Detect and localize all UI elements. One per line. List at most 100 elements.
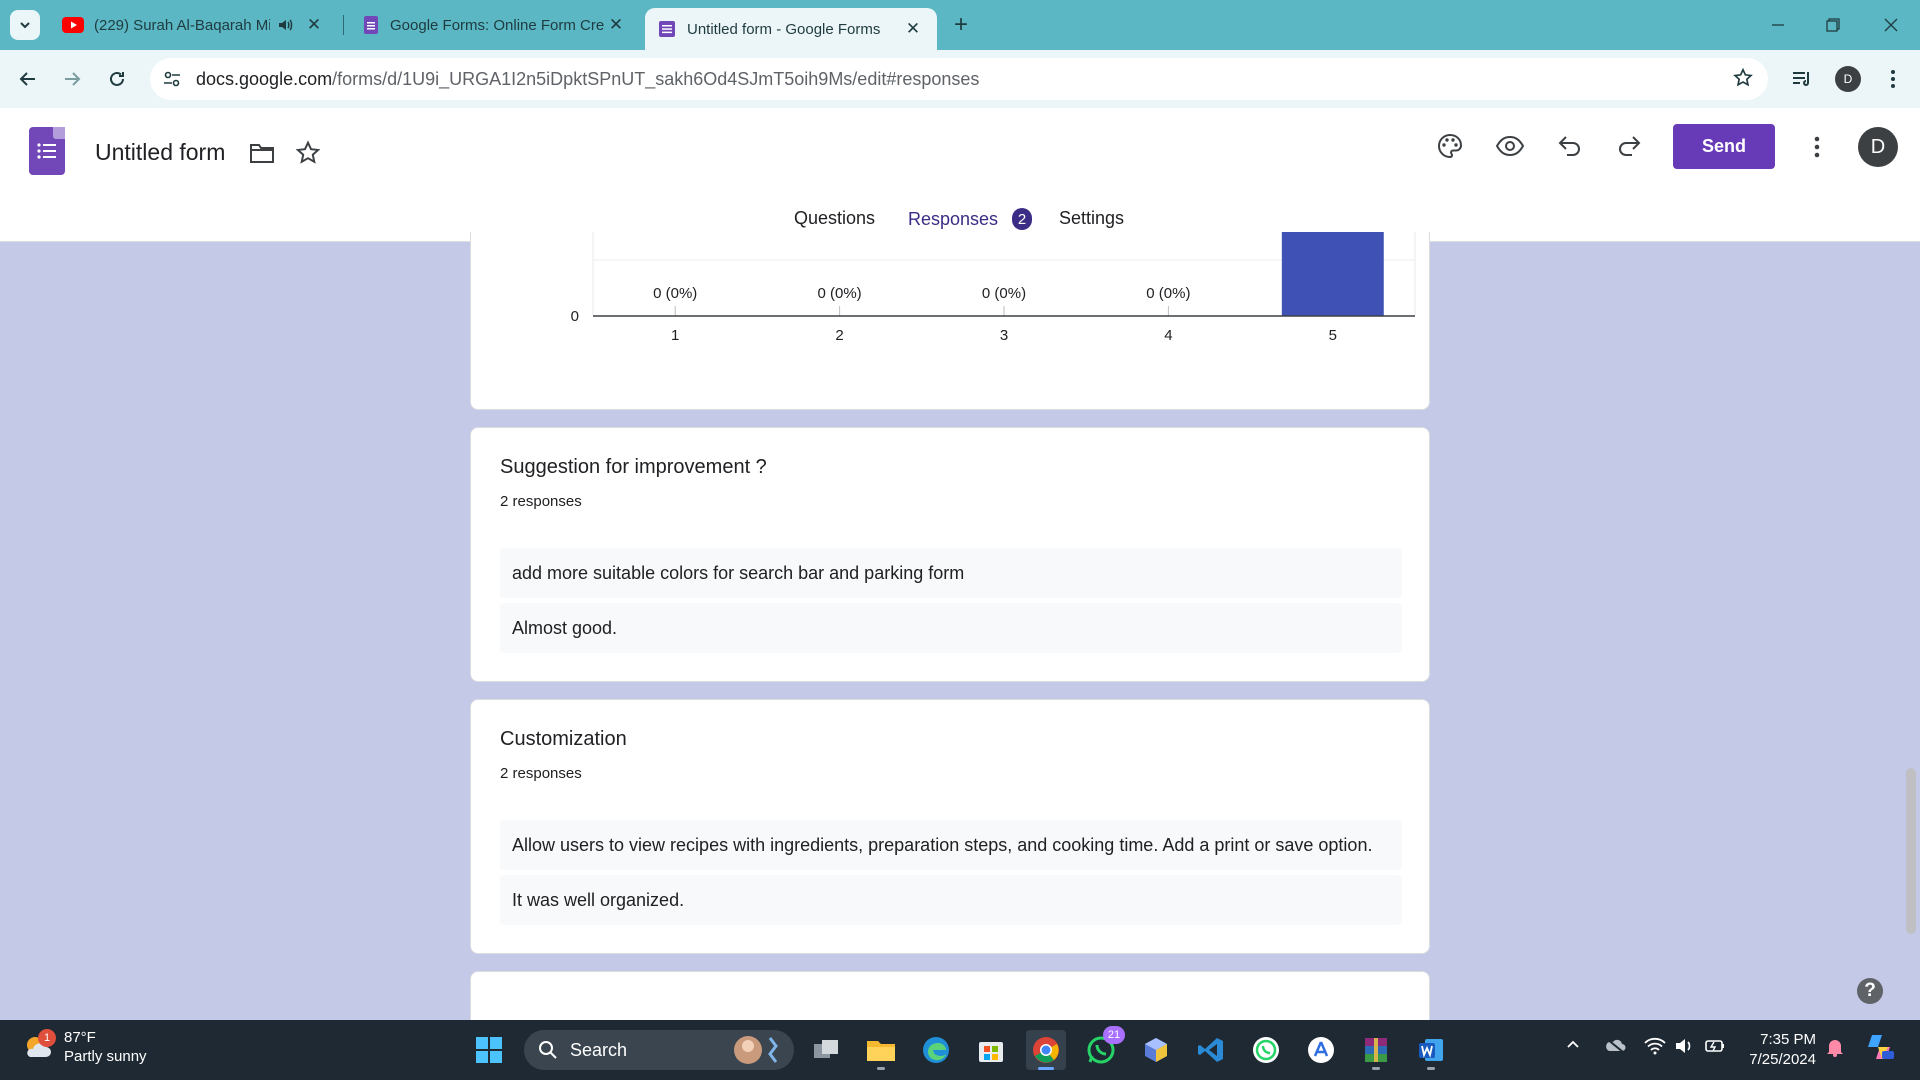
show-hidden-icons-button[interactable] (1565, 1036, 1581, 1057)
responses-count-badge: 2 (1012, 208, 1033, 230)
notifications-bell-icon[interactable] (1825, 1037, 1845, 1062)
help-button[interactable]: ? (1857, 978, 1883, 1004)
response-item: add more suitable colors for search bar … (500, 548, 1402, 598)
minimize-icon (1772, 24, 1784, 26)
tab-settings[interactable]: Settings (1059, 208, 1124, 229)
undo-button[interactable] (1550, 126, 1590, 166)
back-button[interactable] (13, 64, 43, 94)
word-button[interactable] (1411, 1030, 1451, 1070)
customize-theme-button[interactable] (1430, 126, 1470, 166)
system-clock[interactable]: 7:35 PM 7/25/2024 (1740, 1030, 1816, 1070)
arrow-left-icon (19, 72, 35, 86)
google-forms-icon (364, 16, 378, 34)
response-count: 2 responses (500, 493, 582, 510)
redo-button[interactable] (1609, 126, 1649, 166)
app-cube-button[interactable] (1136, 1030, 1176, 1070)
forward-button[interactable] (57, 64, 87, 94)
bookmark-star-icon[interactable] (1732, 67, 1754, 94)
form-title[interactable]: Untitled form (95, 139, 225, 166)
chrome-button[interactable] (1026, 1030, 1066, 1070)
close-tab-icon[interactable]: ✕ (903, 19, 923, 39)
clock-time: 7:35 PM (1760, 1031, 1816, 1048)
close-tab-icon[interactable]: ✕ (304, 15, 324, 35)
response-item: It was well organized. (500, 875, 1402, 925)
close-tab-icon[interactable]: ✕ (606, 15, 626, 35)
winrar-button[interactable] (1356, 1030, 1396, 1070)
account-avatar[interactable]: D (1858, 127, 1898, 167)
page-scrollbar[interactable] (1906, 768, 1916, 934)
x-tick-label: 5 (1329, 327, 1337, 344)
microsoft-store-button[interactable] (971, 1030, 1011, 1070)
send-button[interactable]: Send (1673, 124, 1775, 169)
reload-button[interactable] (102, 64, 132, 94)
weather-text: 87°F Partly sunny (64, 1028, 147, 1066)
close-window-button[interactable] (1871, 10, 1911, 40)
media-controls-button[interactable] (1787, 64, 1817, 94)
active-app-indicator (1038, 1067, 1054, 1070)
undo-icon (1558, 136, 1580, 156)
url-host: docs.google.com (196, 69, 333, 89)
tab-responses[interactable]: Responses 2 (908, 208, 1033, 230)
windows-taskbar: 1 87°F Partly sunny Search 21 7:35 PM 7/… (0, 1020, 1920, 1080)
weather-alert-badge: 1 (38, 1029, 56, 1047)
whatsapp-button[interactable] (1246, 1030, 1286, 1070)
task-view-button[interactable] (806, 1030, 846, 1070)
folder-icon (867, 1041, 895, 1061)
start-button[interactable] (469, 1030, 509, 1070)
onedrive-icon[interactable] (1604, 1037, 1626, 1058)
file-explorer-button[interactable] (861, 1030, 901, 1070)
new-tab-button[interactable]: + (948, 11, 974, 38)
tab-questions-label: Questions (794, 208, 876, 228)
weather-widget[interactable]: 1 87°F Partly sunny (22, 1028, 147, 1066)
x-tick-label: 3 (1000, 327, 1008, 344)
speaker-icon[interactable] (276, 16, 294, 34)
tab-title: Google Forms: Online Form Cre (390, 16, 605, 34)
preview-button[interactable] (1490, 126, 1530, 166)
restore-button[interactable] (1813, 10, 1853, 40)
edge-icon (923, 1037, 949, 1063)
site-info-icon[interactable] (160, 67, 184, 91)
more-options-button[interactable] (1797, 127, 1837, 167)
copilot-icon[interactable] (1864, 1033, 1894, 1066)
task-view-icon (814, 1040, 838, 1058)
edge-button[interactable] (916, 1030, 956, 1070)
minimize-button[interactable] (1758, 10, 1798, 40)
volume-icon[interactable] (1674, 1037, 1694, 1060)
battery-icon[interactable] (1704, 1037, 1726, 1060)
wifi-icon[interactable] (1644, 1037, 1666, 1060)
windows-logo-icon (476, 1037, 502, 1063)
weather-temp: 87°F (64, 1029, 96, 1046)
partly-sunny-icon: 1 (22, 1029, 56, 1063)
google-forms-logo-icon[interactable] (29, 127, 65, 175)
x-tick-label: 4 (1164, 327, 1172, 344)
tab-google-forms-home[interactable]: Google Forms: Online Form Cre ✕ (350, 7, 640, 43)
whatsapp-business-button[interactable]: 21 (1081, 1026, 1125, 1070)
star-button[interactable] (288, 133, 328, 173)
tab-questions[interactable]: Questions (794, 208, 875, 229)
whatsapp-icon (1253, 1037, 1279, 1063)
browser-profile-avatar[interactable]: D (1835, 66, 1861, 92)
tab-untitled-form[interactable]: Untitled form - Google Forms ✕ (645, 8, 937, 50)
move-to-folder-button[interactable] (242, 133, 282, 173)
question-card-customization: Customization 2 responses Allow users to… (470, 699, 1430, 954)
url-path: /forms/d/1U9i_URGA1I2n5iDpktSPnUT_sakh6O… (332, 69, 980, 89)
browser-menu-button[interactable] (1878, 64, 1908, 94)
tab-youtube[interactable]: (229) Surah Al-Baqarah Mis ✕ (48, 7, 338, 43)
tab-title: Untitled form - Google Forms (687, 20, 881, 38)
app-store-button[interactable] (1301, 1030, 1341, 1070)
vscode-icon (1198, 1038, 1223, 1062)
question-title: Customization (500, 728, 627, 750)
running-indicator (1372, 1067, 1380, 1070)
tab-title: (229) Surah Al-Baqarah Mis (94, 16, 270, 34)
tab-separator (343, 15, 344, 35)
palette-icon (1438, 133, 1463, 159)
tab-search-button[interactable] (10, 10, 40, 40)
chrome-icon (1033, 1037, 1059, 1063)
tab-settings-label: Settings (1059, 208, 1125, 228)
taskbar-search[interactable]: Search (524, 1030, 794, 1070)
response-count: 2 responses (500, 765, 582, 782)
address-bar[interactable]: docs.google.com/forms/d/1U9i_URGA1I2n5iD… (150, 58, 1768, 100)
more-vert-icon (1891, 70, 1895, 88)
search-highlight-icon (734, 1036, 778, 1064)
vscode-button[interactable] (1191, 1030, 1231, 1070)
